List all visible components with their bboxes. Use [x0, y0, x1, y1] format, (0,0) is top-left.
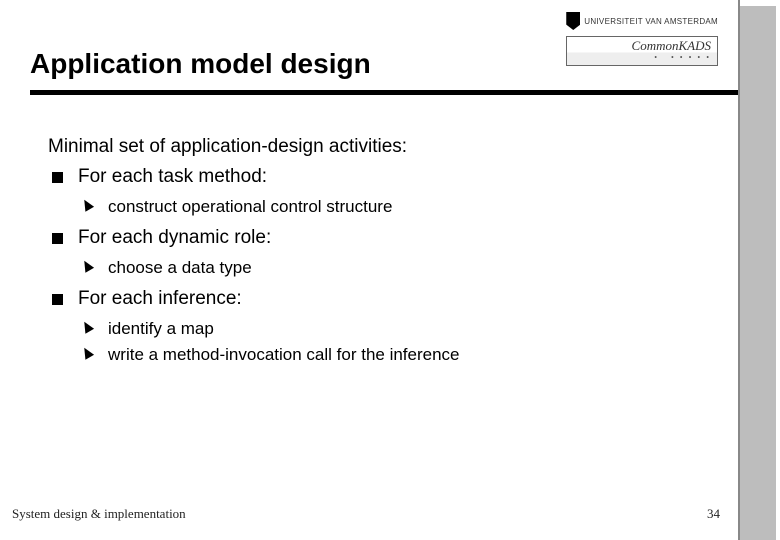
- list-item: For each inference: identify a map write…: [48, 285, 708, 368]
- title-rule: [30, 90, 738, 95]
- slide: UNIVERSITEIT VAN AMSTERDAM CommonKADS • …: [0, 0, 740, 540]
- sub-list: choose a data type: [78, 255, 708, 281]
- header: UNIVERSITEIT VAN AMSTERDAM CommonKADS • …: [0, 0, 738, 95]
- sub-list-item: write a method-invocation call for the i…: [78, 342, 708, 368]
- logo-block: UNIVERSITEIT VAN AMSTERDAM CommonKADS • …: [566, 12, 718, 66]
- sub-list: construct operational control structure: [78, 194, 708, 220]
- sub-list-item: choose a data type: [78, 255, 708, 281]
- university-logo: UNIVERSITEIT VAN AMSTERDAM: [566, 12, 718, 30]
- intro-text: Minimal set of application-design activi…: [48, 133, 708, 161]
- side-shadow: [740, 6, 776, 540]
- bullet-list: For each task method: construct operatio…: [48, 163, 708, 368]
- content: Minimal set of application-design activi…: [0, 95, 738, 367]
- sub-list: identify a map write a method-invocation…: [78, 316, 708, 367]
- list-item-label: For each dynamic role:: [78, 227, 271, 248]
- list-item: For each dynamic role: choose a data typ…: [48, 224, 708, 281]
- brand-logo: CommonKADS • • • • • •: [566, 36, 718, 66]
- list-item-label: For each inference:: [78, 288, 242, 309]
- brand-decoration: • • • • • •: [573, 54, 711, 63]
- university-name: UNIVERSITEIT VAN AMSTERDAM: [584, 17, 718, 26]
- list-item: For each task method: construct operatio…: [48, 163, 708, 220]
- brand-name: CommonKADS: [632, 38, 711, 53]
- list-item-label: For each task method:: [78, 166, 267, 187]
- sub-list-item: construct operational control structure: [78, 194, 708, 220]
- crest-icon: [566, 12, 580, 30]
- footer-left: System design & implementation: [12, 506, 186, 522]
- page-number: 34: [707, 506, 720, 522]
- sub-list-item: identify a map: [78, 316, 708, 342]
- footer: System design & implementation 34: [12, 506, 720, 522]
